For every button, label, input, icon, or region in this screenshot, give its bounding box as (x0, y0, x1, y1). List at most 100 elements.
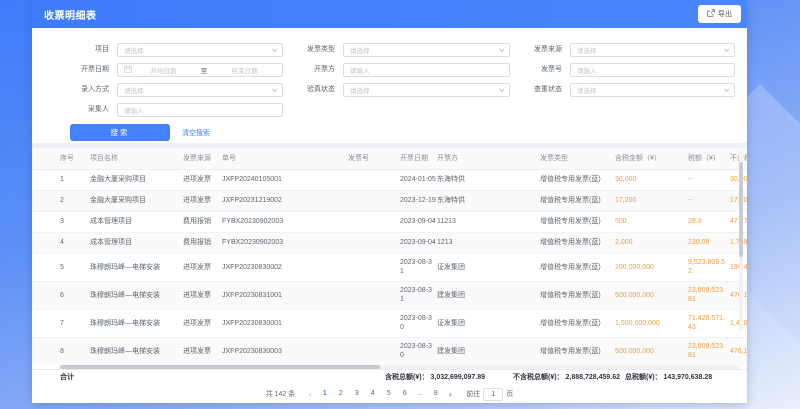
cell-order-no: JXFP20240105001 (222, 169, 348, 190)
invoice-no-input-wrap[interactable]: 请输入 (570, 63, 735, 77)
cell-project: 金融大厦采购项目 (90, 169, 183, 190)
pagination-total: 共 142 条 (266, 389, 296, 399)
filter-label-invoice-source: 发票来源 (510, 43, 570, 57)
filter-label-entry-method: 录入方式 (32, 83, 117, 97)
cell-no: 6 (32, 281, 90, 309)
cell-issuer: 1213 (437, 232, 540, 253)
issuer-input-wrap[interactable]: 请输入 (343, 63, 510, 77)
cell-no: 2 (32, 190, 90, 211)
summary-excl-tax: 不含税总额(¥)： 2,888,728,459.62 (513, 370, 620, 385)
cell-amount-incl: 500,000,000 (615, 281, 688, 309)
chevron-down-icon (724, 46, 730, 52)
cell-amount-excl: 476,190,476.19 (730, 337, 747, 365)
summary-row: 合计 含税总额(¥)： 3,032,699,097.89 不含税总额(¥)： 2… (32, 369, 747, 385)
verify-status-select[interactable]: 请选择 (343, 83, 510, 97)
cell-order-no: JXFP20231219002 (222, 190, 348, 211)
jump-to-label: 前往 (466, 389, 480, 399)
next-page-icon[interactable]: › (445, 387, 455, 401)
cell-amount-incl: 17,200 (615, 190, 688, 211)
invoice-type-select[interactable]: 请选择 (343, 43, 510, 57)
export-button[interactable]: 导出 (698, 5, 741, 23)
page-number[interactable]: 1 (318, 387, 331, 401)
cell-type: 增值税专用发票(蓝) (540, 253, 615, 281)
filter-label-invoice-no: 发票号 (510, 63, 570, 77)
page-number-last[interactable]: 8 (429, 387, 442, 401)
vertical-scrollbar[interactable] (739, 150, 743, 330)
table-row: 7 珠穆朗玛峰—电梯安装 进项发票 JXFP20230830001 2023-0… (32, 309, 747, 337)
filter-panel: 项目 请选择 发票类型 请选择 发票来源 请选择 开票日期 开始日期 至 (32, 28, 747, 143)
prev-page-icon[interactable]: ‹ (305, 387, 315, 401)
cell-amount-incl: 200,000,000 (615, 253, 688, 281)
cell-order-no: JXFP20230830003 (222, 337, 348, 365)
export-icon (707, 9, 715, 19)
cell-issuer: 建发集团 (437, 281, 540, 309)
cell-invoice-no (348, 309, 400, 337)
jump-page-suffix: 页 (506, 389, 513, 399)
cell-type: 增值税专用发票(蓝) (540, 190, 615, 211)
page-number[interactable]: 3 (350, 387, 363, 401)
filter-label-collector: 采集人 (32, 103, 117, 117)
filter-label-invoice-type: 发票类型 (283, 43, 343, 57)
search-button[interactable]: 搜索 (70, 124, 170, 141)
table-row: 3 成本管理项目 费用报销 FYBX20230902003 2023-09-04… (32, 211, 747, 232)
cell-tax: 9,523,809.52 (688, 253, 730, 281)
chevron-down-icon (272, 46, 278, 52)
invoice-date-range-picker[interactable]: 开始日期 至 结束日期 (117, 63, 283, 77)
page-number[interactable]: 6 (398, 387, 411, 401)
chevron-down-icon (499, 46, 505, 52)
col-issuer: 开票方 (437, 148, 540, 169)
vertical-scrollbar-thumb[interactable] (739, 162, 743, 257)
cell-issuer: 证发集团 (437, 253, 540, 281)
filter-label-verify-status: 验真状态 (283, 83, 343, 97)
table-row: 8 珠穆朗玛峰—电梯安装 进项发票 JXFP20230830003 2023-0… (32, 337, 747, 365)
page-number[interactable]: 2 (334, 387, 347, 401)
page-number[interactable]: 5 (382, 387, 395, 401)
cell-no: 8 (32, 337, 90, 365)
page-ellipsis[interactable]: ... (414, 387, 426, 401)
clear-search-link[interactable]: 清空搜索 (182, 128, 210, 138)
cell-date: 2023-08-31 (400, 253, 437, 281)
cell-date: 2023-08-31 (400, 281, 437, 309)
cell-issuer: 东海特供 (437, 169, 540, 190)
cell-project: 成本管理项目 (90, 232, 183, 253)
invoice-source-select[interactable]: 请选择 (570, 43, 735, 57)
cell-no: 5 (32, 253, 90, 281)
col-tax: 税额（¥） (688, 148, 730, 169)
cell-date: 2023-09-04 (400, 232, 437, 253)
date-separator: 至 (195, 65, 214, 75)
cell-date: 2023-08-30 (400, 309, 437, 337)
cell-order-no: JXFP20230831001 (222, 281, 348, 309)
cell-tax: 71,428,571.43 (688, 309, 730, 337)
collector-input-wrap[interactable]: 请输入 (117, 103, 283, 117)
table-row: 1 金融大厦采购项目 进项发票 JXFP20240105001 2024-01-… (32, 169, 747, 190)
cell-date: 2023-12-19 (400, 190, 437, 211)
cell-tax: -- (688, 190, 730, 211)
entry-method-select[interactable]: 请选择 (117, 83, 283, 97)
page-number[interactable]: 4 (366, 387, 379, 401)
table-row: 4 成本管理项目 费用报销 FYBX20230902003 2023-09-04… (32, 232, 747, 253)
cell-order-no: JXFP20230830002 (222, 253, 348, 281)
cell-no: 3 (32, 211, 90, 232)
cell-issuer: 证发集团 (437, 309, 540, 337)
jump-page-input[interactable] (483, 388, 503, 401)
cell-project: 珠穆朗玛峰—电梯安装 (90, 337, 183, 365)
project-select[interactable]: 请选择 (117, 43, 283, 57)
cell-issuer: 东海特供 (437, 190, 540, 211)
cell-tax: 23,809,523.81 (688, 337, 730, 365)
cell-invoice-no (348, 281, 400, 309)
cell-type: 增值税专用发票(蓝) (540, 211, 615, 232)
export-button-label: 导出 (718, 9, 732, 19)
dup-status-select[interactable]: 请选择 (570, 83, 735, 97)
summary-total-tax: 总税额(¥)： 143,970,638.28 (625, 370, 712, 385)
cell-date: 2024-01-05 (400, 169, 437, 190)
filter-label-issuer: 开票方 (283, 63, 343, 77)
chevron-down-icon (272, 86, 278, 92)
cell-type: 增值税专用发票(蓝) (540, 309, 615, 337)
cell-invoice-no (348, 211, 400, 232)
cell-order-no: FYBX20230902003 (222, 232, 348, 253)
cell-project: 珠穆朗玛峰—电梯安装 (90, 309, 183, 337)
filter-label-invoice-date: 开票日期 (32, 63, 117, 77)
cell-amount-incl: 30,000 (615, 169, 688, 190)
table-row: 2 金融大厦采购项目 进项发票 JXFP20231219002 2023-12-… (32, 190, 747, 211)
date-end-placeholder: 结束日期 (213, 65, 276, 75)
